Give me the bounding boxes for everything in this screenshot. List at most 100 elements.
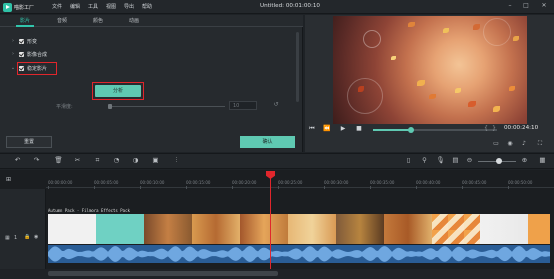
tab-color[interactable]: 颜色 (93, 16, 103, 26)
chevron-right-icon[interactable]: › (10, 51, 16, 57)
ruler-tick-label: 00:00:15:00 (186, 180, 211, 185)
ruler-tick (278, 186, 279, 189)
ruler-tick-label: 00:00:35:00 (370, 180, 395, 185)
leaf-shape (513, 36, 519, 41)
active-tab-indicator (16, 25, 34, 27)
add-track-icon[interactable]: ⊞ (6, 176, 16, 186)
ruler-tick-label: 00:00:20:00 (232, 180, 257, 185)
zoom-slider-handle[interactable] (496, 158, 502, 164)
leaf-shape (468, 101, 476, 107)
clip-frame (96, 214, 144, 244)
playback-progress-fill (373, 129, 411, 131)
playback-handle[interactable] (408, 127, 414, 133)
clip-frame (336, 214, 384, 244)
menu-export[interactable]: 导出 (124, 3, 134, 11)
clip-frame (288, 214, 336, 244)
maximize-icon[interactable]: □ (522, 2, 530, 10)
redo-icon[interactable]: ↷ (32, 156, 41, 165)
smoothness-slider-handle[interactable] (108, 104, 112, 109)
render-icon[interactable]: ▯ (404, 156, 413, 165)
green-screen-icon[interactable]: ▣ (151, 156, 160, 165)
ruler-tick-label: 00:00:25:00 (278, 180, 303, 185)
fullscreen-icon[interactable]: ⛶ (536, 140, 544, 148)
menu-view[interactable]: 视图 (106, 3, 116, 11)
clip-frame (144, 214, 192, 244)
color-icon[interactable]: ◑ (131, 156, 140, 165)
tab-audio[interactable]: 音频 (57, 16, 67, 26)
reset-button[interactable]: 重置 (6, 136, 52, 148)
leaf-shape (509, 86, 515, 91)
play-icon[interactable]: ▶ (339, 125, 347, 133)
volume-icon[interactable]: ♪ (520, 140, 528, 148)
menu-tools[interactable]: 工具 (88, 3, 98, 11)
voiceover-icon[interactable]: 🎙 (436, 156, 445, 165)
previous-frame-icon[interactable]: ⏮ (308, 125, 316, 133)
menu-edit[interactable]: 编辑 (70, 3, 80, 11)
chevron-down-icon[interactable]: ⌄ (10, 65, 16, 71)
clip-frame (240, 214, 288, 244)
zoom-in-icon[interactable]: ⊕ (520, 156, 529, 165)
leaf-shape (391, 56, 396, 60)
audio-clip[interactable] (48, 245, 550, 263)
reset-icon[interactable]: ↺ (272, 101, 280, 109)
marker-icon[interactable]: ⚲ (420, 156, 429, 165)
ruler-tick (462, 186, 463, 189)
monitor-icon[interactable]: ▭ (492, 140, 500, 148)
tree-item-transform[interactable]: › 形变 (10, 37, 37, 45)
video-clip[interactable] (48, 214, 550, 244)
ruler-tick (140, 186, 141, 189)
timeline-settings-icon[interactable]: ▦ (538, 156, 547, 165)
snapshot-icon[interactable]: ◉ (506, 140, 514, 148)
stop-icon[interactable]: ■ (355, 125, 363, 133)
undo-icon[interactable]: ↶ (13, 156, 22, 165)
audio-mixer-icon[interactable]: ⫶ (172, 156, 181, 165)
leaf-shape (417, 80, 425, 86)
video-track-icon: ▦ (5, 235, 10, 241)
audio-waveform (48, 246, 550, 262)
analyze-button[interactable]: 分析 (95, 85, 141, 97)
leaf-shape (473, 24, 480, 30)
menu-help[interactable]: 帮助 (142, 3, 152, 11)
panel-scrollbar[interactable] (296, 32, 299, 102)
step-back-icon[interactable]: ⏪ (323, 125, 331, 133)
cut-icon[interactable]: ✂ (73, 156, 82, 165)
mark-in-icon[interactable]: { (482, 125, 490, 133)
leaf-shape (455, 88, 461, 93)
ok-button[interactable]: 确认 (240, 136, 295, 148)
ruler-tick (48, 186, 49, 189)
bokeh-circle (363, 30, 381, 48)
mark-out-icon[interactable]: } (490, 125, 498, 133)
chevron-right-icon[interactable]: › (10, 38, 16, 44)
close-icon[interactable]: ✕ (540, 2, 548, 10)
split-screen-icon[interactable]: ▤ (451, 156, 460, 165)
panel-tabs (0, 15, 303, 27)
ruler-tick (370, 186, 371, 189)
smoothness-input[interactable]: 10 (229, 101, 257, 110)
menu-file[interactable]: 文件 (52, 3, 62, 11)
crop-icon[interactable]: ⌗ (93, 156, 102, 165)
stabilize-highlight-box (17, 62, 57, 75)
smoothness-label: 平滑度: (56, 104, 73, 110)
ruler-tick-label: 00:00:40:00 (416, 180, 441, 185)
eye-icon[interactable]: ◉ (34, 234, 38, 240)
lock-icon[interactable]: 🔒 (24, 234, 30, 240)
ruler-tick-label: 00:00:00:00 (48, 180, 73, 185)
speed-icon[interactable]: ◔ (112, 156, 121, 165)
checkbox-icon[interactable] (19, 51, 24, 57)
timeline-scrollbar[interactable] (48, 271, 278, 276)
ruler-tick-label: 00:00:30:00 (324, 180, 349, 185)
tree-item-label: 形变 (27, 38, 38, 45)
smoothness-slider[interactable] (110, 106, 225, 107)
tab-animation[interactable]: 动画 (129, 16, 139, 26)
bokeh-circle (347, 78, 383, 114)
tree-item-compositing[interactable]: › 影像合成 (10, 50, 47, 58)
ruler-tick (232, 186, 233, 189)
minimize-icon[interactable]: – (506, 2, 514, 10)
zoom-out-icon[interactable]: ⊖ (465, 156, 474, 165)
video-preview (333, 16, 527, 124)
logo-icon (3, 2, 12, 12)
playhead[interactable] (270, 172, 271, 279)
delete-icon[interactable]: 🗑 (54, 156, 63, 165)
checkbox-icon[interactable] (19, 38, 24, 44)
clip-frame (48, 214, 96, 244)
